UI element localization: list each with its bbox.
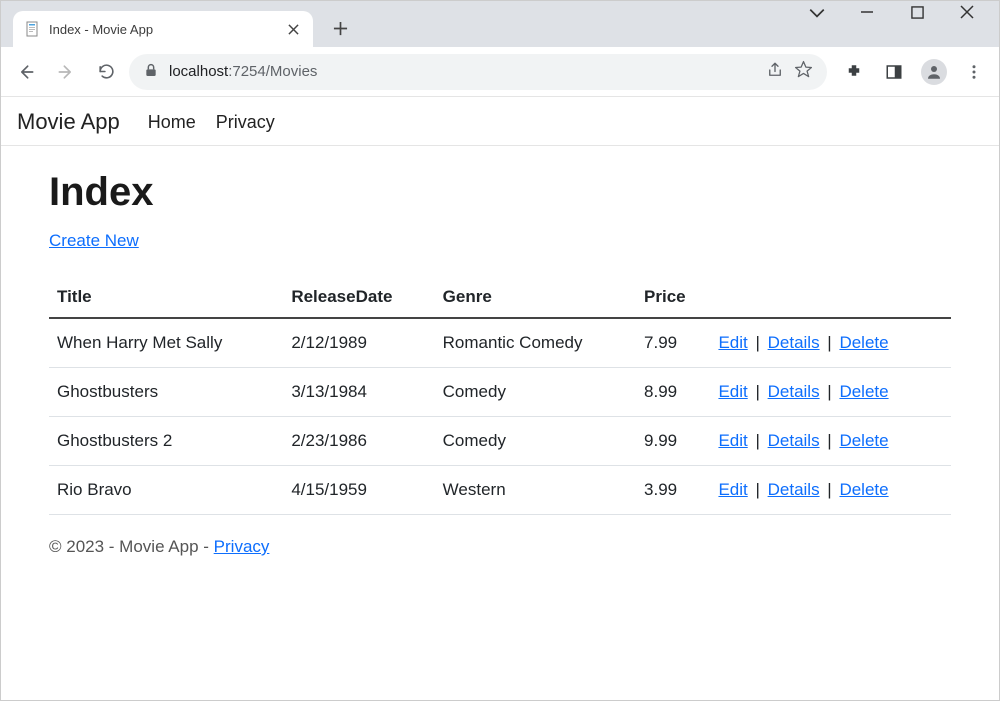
table-header-row: Title ReleaseDate Genre Price (49, 277, 951, 318)
browser-chrome: Index - Movie App (1, 1, 999, 97)
app-navbar: Movie App Home Privacy (1, 97, 999, 146)
edit-link[interactable]: Edit (718, 333, 747, 352)
tab-title: Index - Movie App (49, 22, 277, 37)
cell-price: 8.99 (636, 368, 710, 417)
page-favicon-icon (25, 21, 41, 37)
avatar-icon (921, 59, 947, 85)
browser-toolbar: localhost:7254/Movies (1, 47, 999, 97)
edit-link[interactable]: Edit (718, 480, 747, 499)
brand-link[interactable]: Movie App (17, 109, 120, 135)
lock-icon (143, 62, 159, 82)
nav-link-privacy[interactable]: Privacy (216, 112, 275, 133)
extensions-icon[interactable] (837, 55, 871, 89)
th-genre: Genre (435, 277, 636, 318)
delete-link[interactable]: Delete (839, 480, 888, 499)
table-row: Ghostbusters 22/23/1986Comedy9.99Edit | … (49, 417, 951, 466)
page-heading: Index (49, 170, 951, 215)
url-path: :7254/Movies (228, 63, 317, 80)
profile-avatar[interactable] (917, 55, 951, 89)
footer-privacy-link[interactable]: Privacy (214, 537, 270, 556)
edit-link[interactable]: Edit (718, 382, 747, 401)
cell-releasedate: 3/13/1984 (283, 368, 434, 417)
cell-actions: Edit | Details | Delete (710, 417, 951, 466)
th-releasedate: ReleaseDate (283, 277, 434, 318)
url-host: localhost (169, 63, 228, 80)
th-title: Title (49, 277, 283, 318)
address-bar[interactable]: localhost:7254/Movies (129, 54, 827, 90)
action-separator: | (748, 480, 768, 499)
cell-title: Ghostbusters 2 (49, 417, 283, 466)
cell-releasedate: 4/15/1959 (283, 466, 434, 515)
action-separator: | (820, 431, 840, 450)
cell-genre: Romantic Comedy (435, 318, 636, 368)
window-close-icon[interactable] (953, 5, 981, 19)
cell-title: When Harry Met Sally (49, 318, 283, 368)
nav-link-home[interactable]: Home (148, 112, 196, 133)
details-link[interactable]: Details (768, 382, 820, 401)
delete-link[interactable]: Delete (839, 431, 888, 450)
footer-text: © 2023 - Movie App - (49, 537, 214, 556)
cell-releasedate: 2/23/1986 (283, 417, 434, 466)
edit-link[interactable]: Edit (718, 431, 747, 450)
footer: © 2023 - Movie App - Privacy (1, 515, 999, 579)
nav-links: Home Privacy (148, 112, 275, 133)
window-minimize-icon[interactable] (853, 5, 881, 19)
delete-link[interactable]: Delete (839, 382, 888, 401)
th-price: Price (636, 277, 710, 318)
address-actions (766, 60, 813, 83)
new-tab-button[interactable] (325, 13, 355, 43)
table-row: Ghostbusters3/13/1984Comedy8.99Edit | De… (49, 368, 951, 417)
window-maximize-icon[interactable] (903, 6, 931, 19)
tab-strip: Index - Movie App (1, 1, 355, 47)
action-separator: | (748, 382, 768, 401)
delete-link[interactable]: Delete (839, 333, 888, 352)
cell-genre: Western (435, 466, 636, 515)
browser-titlebar: Index - Movie App (1, 1, 999, 47)
cell-actions: Edit | Details | Delete (710, 368, 951, 417)
cell-genre: Comedy (435, 368, 636, 417)
window-controls (803, 1, 999, 19)
nav-reload-icon[interactable] (89, 55, 123, 89)
action-separator: | (820, 382, 840, 401)
main-container: Index Create New Title ReleaseDate Genre… (1, 146, 999, 515)
tabs-dropdown-icon[interactable] (803, 5, 831, 19)
details-link[interactable]: Details (768, 480, 820, 499)
action-separator: | (748, 333, 768, 352)
side-panel-icon[interactable] (877, 55, 911, 89)
table-row: When Harry Met Sally2/12/1989Romantic Co… (49, 318, 951, 368)
cell-price: 3.99 (636, 466, 710, 515)
create-new-link[interactable]: Create New (49, 231, 139, 250)
cell-actions: Edit | Details | Delete (710, 466, 951, 515)
cell-title: Ghostbusters (49, 368, 283, 417)
action-separator: | (820, 480, 840, 499)
share-icon[interactable] (766, 61, 784, 83)
cell-actions: Edit | Details | Delete (710, 318, 951, 368)
menu-dots-icon[interactable] (957, 55, 991, 89)
page-content: Movie App Home Privacy Index Create New … (1, 97, 999, 700)
tab-close-icon[interactable] (285, 21, 301, 37)
browser-tab[interactable]: Index - Movie App (13, 11, 313, 47)
details-link[interactable]: Details (768, 333, 820, 352)
cell-price: 7.99 (636, 318, 710, 368)
action-separator: | (820, 333, 840, 352)
action-separator: | (748, 431, 768, 450)
bookmark-star-icon[interactable] (794, 60, 813, 83)
url-text: localhost:7254/Movies (169, 63, 317, 80)
cell-genre: Comedy (435, 417, 636, 466)
cell-title: Rio Bravo (49, 466, 283, 515)
th-actions (710, 277, 951, 318)
table-body: When Harry Met Sally2/12/1989Romantic Co… (49, 318, 951, 515)
nav-back-icon[interactable] (9, 55, 43, 89)
movies-table: Title ReleaseDate Genre Price When Harry… (49, 277, 951, 515)
toolbar-right (833, 55, 991, 89)
nav-forward-icon[interactable] (49, 55, 83, 89)
cell-price: 9.99 (636, 417, 710, 466)
details-link[interactable]: Details (768, 431, 820, 450)
table-row: Rio Bravo4/15/1959Western3.99Edit | Deta… (49, 466, 951, 515)
cell-releasedate: 2/12/1989 (283, 318, 434, 368)
